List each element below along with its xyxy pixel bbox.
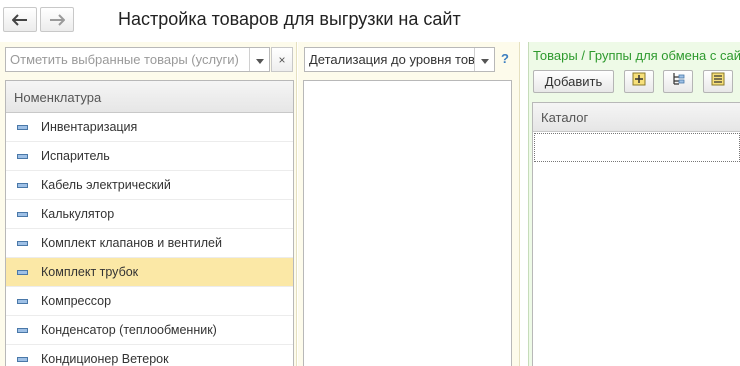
list-item-label: Калькулятор <box>41 207 115 221</box>
back-button[interactable] <box>3 7 37 32</box>
chevron-down-icon <box>255 51 264 69</box>
list-item[interactable]: Комплект клапанов и вентилей <box>6 229 293 258</box>
arrow-right-icon <box>49 13 65 26</box>
nomenclature-column-header[interactable]: Номенклатура <box>6 81 293 113</box>
add-group-button[interactable] <box>624 70 654 93</box>
item-icon <box>17 182 28 188</box>
item-icon <box>17 211 28 217</box>
help-button[interactable]: ? <box>501 51 509 66</box>
filter-select[interactable]: Отметить выбранные товары (услуги) <box>5 47 270 72</box>
list-item[interactable]: Калькулятор <box>6 200 293 229</box>
list-item-label: Инвентаризация <box>41 120 138 134</box>
detail-dropdown-button[interactable] <box>474 48 494 71</box>
list-item-label: Испаритель <box>41 149 110 163</box>
item-icon <box>17 153 28 159</box>
detail-list[interactable] <box>303 80 512 366</box>
list-item-label: Кабель электрический <box>41 178 171 192</box>
list-item[interactable]: Комплект трубок <box>6 258 293 287</box>
exchange-title: Товары / Группы для обмена с сай <box>533 48 740 63</box>
catalog-column-header[interactable]: Каталог <box>533 103 740 132</box>
catalog-empty-row[interactable] <box>534 133 740 162</box>
list-filter-icon <box>711 72 725 91</box>
item-icon <box>17 269 28 275</box>
list-item[interactable]: Инвентаризация <box>6 113 293 142</box>
nomenclature-panel: Отметить выбранные товары (услуги) × Ном… <box>0 42 297 366</box>
list-item-label: Комплект трубок <box>41 265 139 279</box>
list-item[interactable]: Испаритель <box>6 142 293 171</box>
nomenclature-list[interactable]: Номенклатура Инвентаризация Испаритель Каб… <box>5 80 294 366</box>
list-item-label: Конденсатор (теплообменник) <box>41 323 217 337</box>
list-item-label: Комплект клапанов и вентилей <box>41 236 222 250</box>
filter-dropdown-button[interactable] <box>249 48 269 71</box>
arrow-left-icon <box>12 13 28 26</box>
forward-button[interactable] <box>40 7 74 32</box>
chevron-down-icon <box>480 51 489 69</box>
list-item[interactable]: Кабель электрический <box>6 171 293 200</box>
list-item[interactable]: Кондиционер Ветерок <box>6 345 293 366</box>
detail-panel: Детализация до уровня тов ? <box>298 42 520 366</box>
hierarchy-button[interactable] <box>663 70 693 93</box>
item-icon <box>17 298 28 304</box>
exchange-panel: Товары / Группы для обмена с сай Добавит… <box>528 42 740 366</box>
detail-level-value[interactable]: Детализация до уровня тов <box>305 48 474 71</box>
list-item[interactable]: Конденсатор (теплообменник) <box>6 316 293 345</box>
detail-level-select[interactable]: Детализация до уровня тов <box>304 47 495 72</box>
page-title: Настройка товаров для выгрузки на сайт <box>118 9 461 29</box>
hierarchy-icon <box>671 72 685 91</box>
item-icon <box>17 327 28 333</box>
filter-clear-button[interactable]: × <box>271 47 293 72</box>
add-group-icon <box>632 72 646 91</box>
filter-placeholder[interactable]: Отметить выбранные товары (услуги) <box>6 48 249 71</box>
item-icon <box>17 124 28 130</box>
list-filter-button[interactable] <box>703 70 733 93</box>
list-item[interactable]: Компрессор <box>6 287 293 316</box>
item-icon <box>17 356 28 362</box>
list-item-label: Кондиционер Ветерок <box>41 352 169 366</box>
list-item-label: Компрессор <box>41 294 112 308</box>
add-button[interactable]: Добавить <box>533 70 614 93</box>
item-icon <box>17 240 28 246</box>
catalog-table[interactable]: Каталог <box>532 102 740 366</box>
